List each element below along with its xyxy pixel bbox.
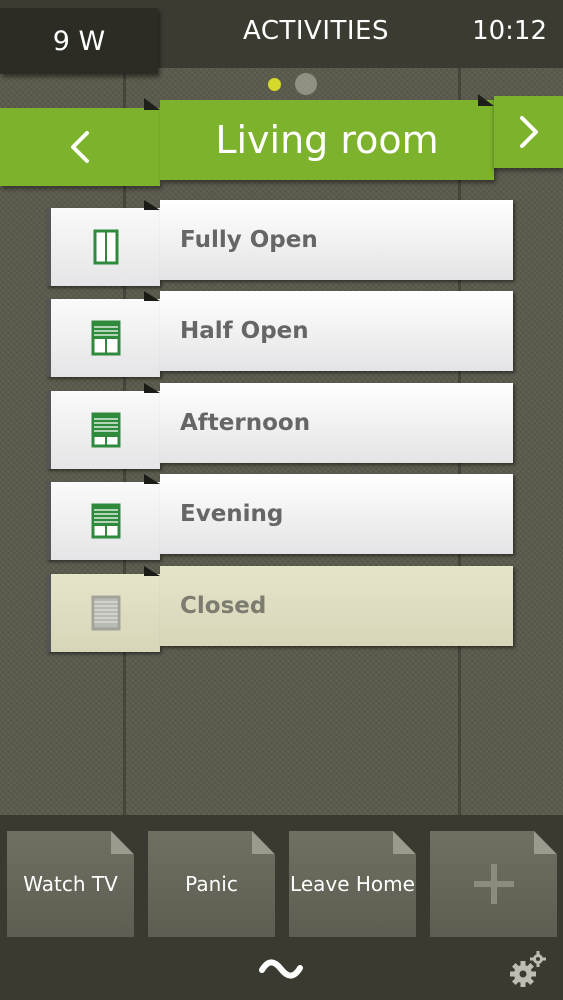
blind-half-icon [91,320,120,356]
window-open-icon [93,229,118,265]
activity-row-evening[interactable]: Evening [46,474,513,560]
activity-row-afternoon[interactable]: Afternoon [46,383,513,469]
room-label: Living room [215,118,439,162]
quick-tile-leave-home[interactable]: Leave Home [289,831,416,937]
power-value: 9 W [52,25,106,57]
activity-icon-tile [46,574,160,652]
gear-icon[interactable] [507,950,549,990]
page-dot[interactable] [295,73,317,95]
blind-closed-icon [91,595,120,631]
blind-evening-icon [91,503,120,539]
activity-icon-tile [46,208,160,286]
add-activity-button[interactable] [430,831,557,937]
activity-row-half-open[interactable]: Half Open [46,291,513,377]
activity-label: Afternoon [144,383,513,463]
previous-room-button[interactable] [0,108,160,186]
activity-label: Fully Open [144,200,513,280]
plus-icon [473,864,514,904]
quick-tile-watch-tv[interactable]: Watch TV [7,831,134,937]
room-name[interactable]: Living room [144,98,494,180]
activity-label: Closed [144,566,513,646]
next-room-button[interactable] [478,94,563,168]
logo-wave-icon[interactable] [258,956,304,984]
activity-icon-tile [46,391,160,469]
tile-label: Watch TV [23,872,118,896]
tile-label: Leave Home [290,872,415,896]
power-readout[interactable]: 9 W [0,8,158,74]
activity-row-fully-open[interactable]: Fully Open [46,200,513,286]
page-dot-active[interactable] [268,77,281,91]
chevron-left-icon [71,131,89,163]
clock: 10:12 [472,16,547,46]
blind-afternoon-icon [91,412,120,448]
chevron-right-icon [519,116,538,148]
page-title: ACTIVITIES [243,16,389,46]
quick-tile-panic[interactable]: Panic [148,831,275,937]
page-indicator [268,73,317,95]
activity-label: Evening [144,474,513,554]
tile-label: Panic [185,872,238,896]
activity-row-closed[interactable]: Closed [46,566,513,652]
activity-icon-tile [46,482,160,560]
activity-icon-tile [46,299,160,377]
activity-label: Half Open [144,291,513,371]
